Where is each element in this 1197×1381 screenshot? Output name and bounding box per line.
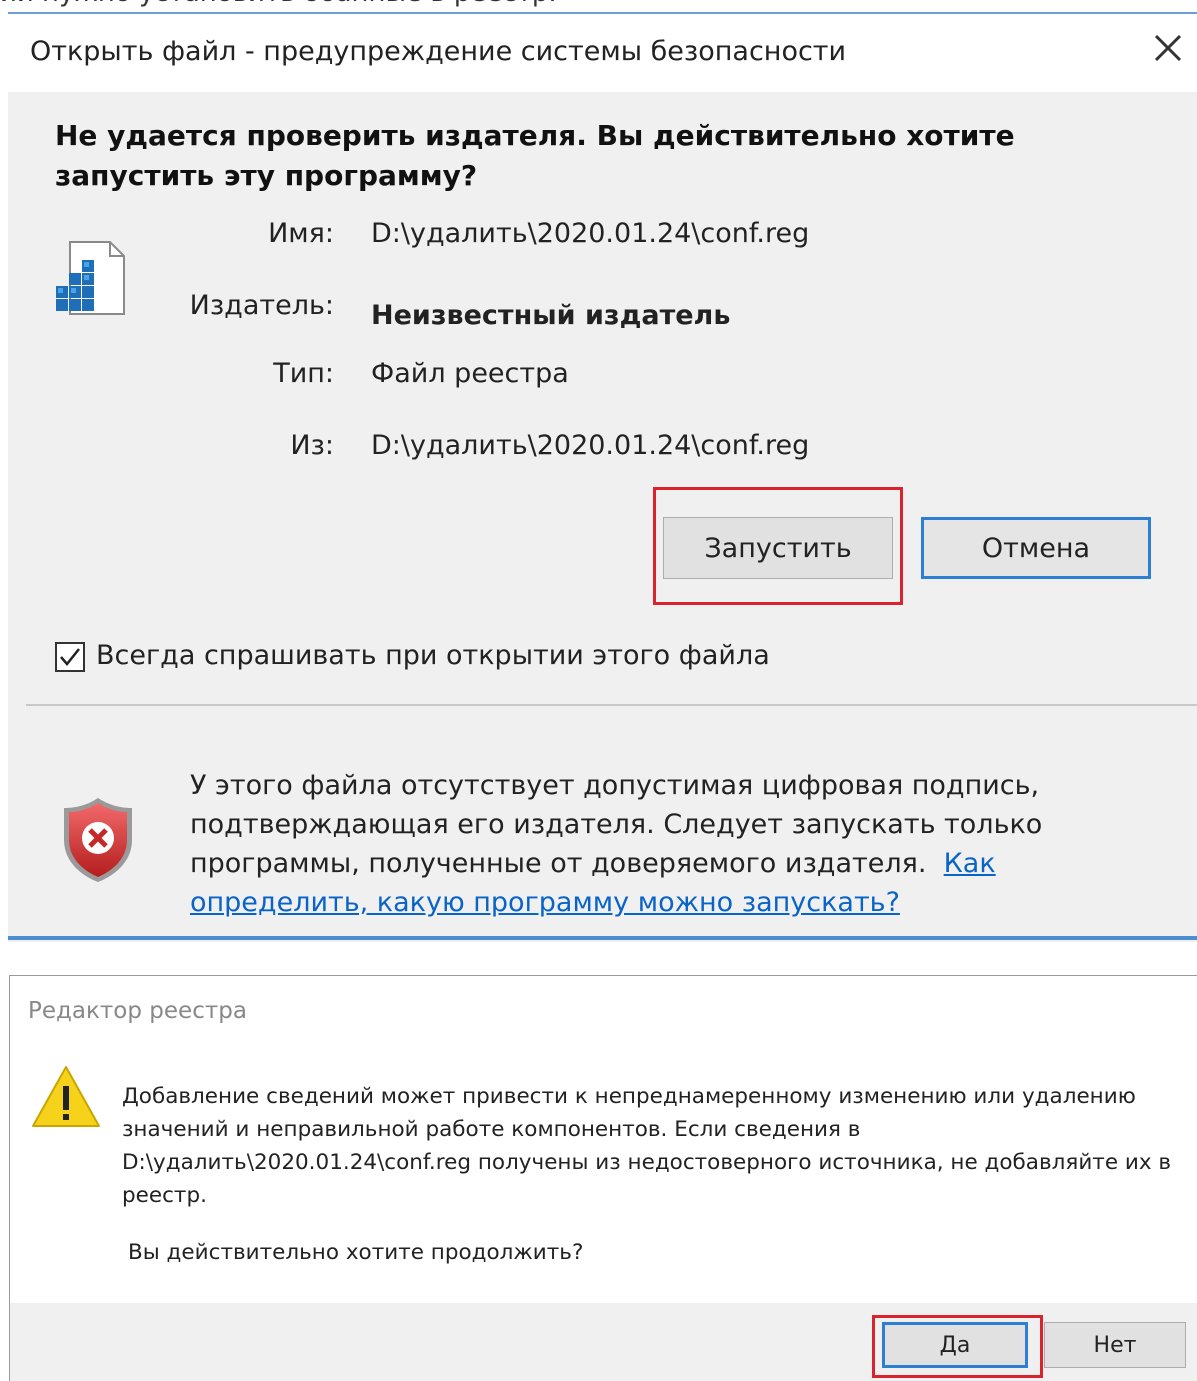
yes-button[interactable]: Да	[882, 1322, 1028, 1368]
dialog-titlebar: Открыть файл - предупреждение системы бе…	[8, 14, 1197, 92]
regedit-footer: Да Нет	[10, 1303, 1197, 1381]
publisher-value: Неизвестный издатель	[371, 300, 731, 331]
run-button[interactable]: Запустить	[663, 517, 893, 579]
close-icon[interactable]	[1148, 28, 1188, 68]
dialog-bottom-border	[8, 936, 1197, 940]
publisher-label: Издатель:	[189, 290, 334, 321]
dialog-title: Открыть файл - предупреждение системы бе…	[30, 36, 847, 67]
divider	[26, 704, 1197, 706]
check-icon	[60, 648, 80, 666]
name-label: Имя:	[268, 218, 334, 249]
regedit-dialog: Редактор реестра Добавление сведений мож…	[9, 975, 1197, 1381]
security-shield-icon	[58, 794, 138, 886]
warning-message: У этого файла отсутствует допустимая циф…	[190, 766, 1050, 922]
regedit-message: Добавление сведений может привести к неп…	[122, 1084, 1172, 1208]
warning-icon	[30, 1064, 102, 1130]
name-value: D:\удалить\2020.01.24\conf.reg	[371, 218, 810, 249]
type-label: Тип:	[273, 358, 334, 389]
cancel-button[interactable]: Отмена	[921, 517, 1151, 579]
always-ask-label: Всегда спрашивать при открытии этого фай…	[96, 640, 770, 671]
type-value: Файл реестра	[371, 358, 569, 389]
regedit-title: Редактор реестра	[28, 998, 247, 1024]
security-question: Не удается проверить издателя. Вы действ…	[55, 119, 1015, 192]
registry-file-icon	[52, 238, 132, 334]
warning-text: У этого файла отсутствует допустимая циф…	[190, 770, 1043, 879]
no-button[interactable]: Нет	[1044, 1322, 1186, 1368]
from-value: D:\удалить\2020.01.24\conf.reg	[371, 430, 810, 461]
security-warning-dialog: Открыть файл - предупреждение системы бе…	[8, 12, 1197, 942]
regedit-question: Вы действительно хотите продолжить?	[128, 1240, 584, 1265]
cutoff-caption: ии нужно установить обанные в реестр.	[0, 0, 557, 8]
from-label: Из:	[290, 430, 334, 461]
always-ask-checkbox[interactable]	[55, 642, 85, 672]
